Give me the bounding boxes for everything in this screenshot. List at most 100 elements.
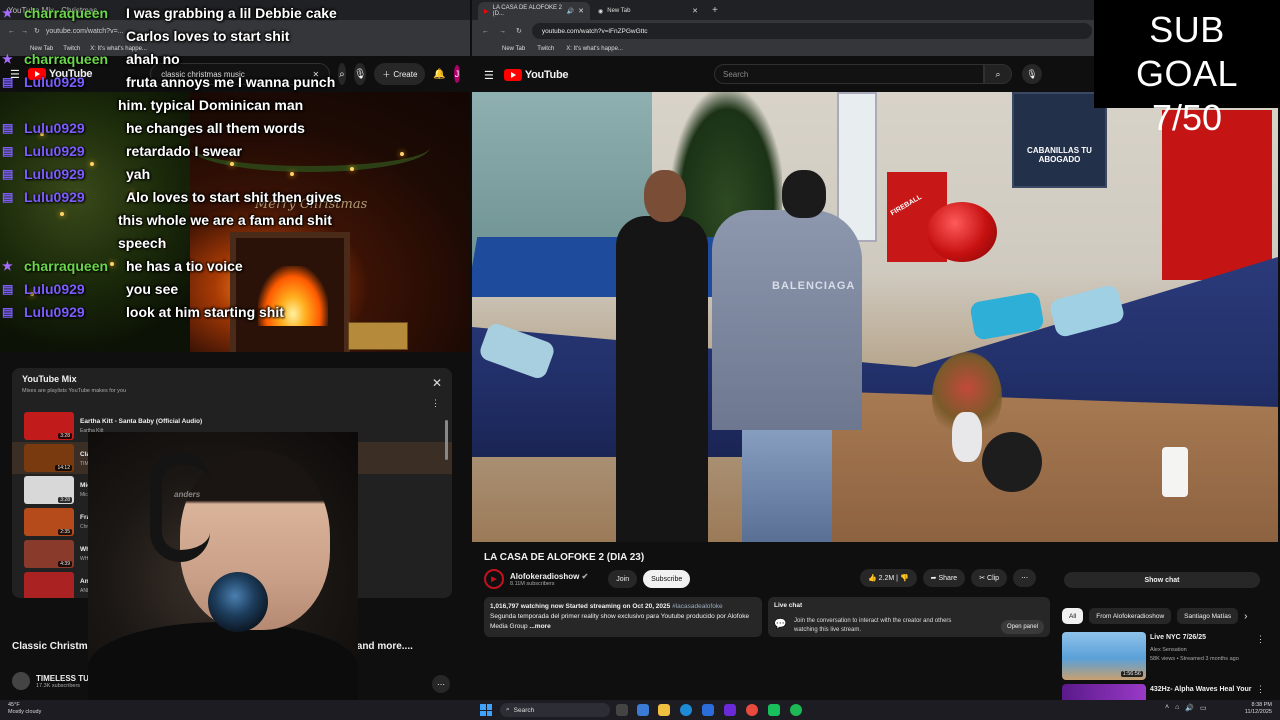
back-icon[interactable]: ←	[482, 28, 489, 35]
more-link[interactable]: ...more	[529, 623, 550, 630]
chevron-up-icon[interactable]: ˄	[1165, 704, 1169, 712]
clock[interactable]: 8:38 PM 11/12/2025	[1245, 702, 1272, 716]
chat-text: I was grabbing a lil Debbie cake	[126, 5, 337, 21]
chat-message: ▤ Lulu0929 look at him starting shit	[0, 301, 470, 324]
chat-username[interactable]: charraqueen	[24, 2, 120, 24]
app-icon[interactable]	[768, 704, 780, 716]
chat-text: fruta annoys me I wanna punch	[126, 74, 336, 90]
recommendation-item[interactable]: 432Hz- Alpha Waves Heal Your	[1062, 684, 1262, 700]
reload-icon[interactable]: ↻	[516, 27, 522, 35]
battery-icon[interactable]: ▭	[1200, 704, 1207, 712]
windows-taskbar: 45°F Mostly cloudy ⌕ Search ˄ ⌂ 🔊 ▭ 8:38 …	[0, 700, 1280, 720]
bookmark-new-tab[interactable]: New Tab	[502, 46, 525, 52]
chip-from-channel[interactable]: From Alofokeradioshow	[1089, 608, 1172, 624]
edge-icon[interactable]	[680, 704, 692, 716]
chat-username[interactable]: Lulu0929	[24, 278, 120, 300]
volume-icon[interactable]: 🔊	[1185, 704, 1194, 712]
star-badge-icon: ★	[2, 52, 13, 66]
channel-avatar[interactable]: ▶	[484, 569, 504, 589]
star-badge-icon: ★	[2, 6, 13, 20]
task-view-icon[interactable]	[616, 704, 628, 716]
url-field[interactable]: youtube.com/watch?v=lFnZPGwGttc	[531, 23, 1092, 39]
video-title: LA CASA DE ALOFOKE 2 (DIA 23)	[484, 552, 645, 563]
channel-subs: 8.11M subscribers	[510, 580, 555, 587]
more-options-icon[interactable]: ⋮	[431, 398, 440, 409]
clip-button[interactable]: ✂ Clip	[971, 569, 1008, 587]
tab-new-tab[interactable]: ◉ New Tab ✕	[592, 2, 704, 20]
chat-username[interactable]: charraqueen	[24, 255, 120, 277]
sub-badge-icon: ▤	[2, 144, 14, 158]
duration-badge: 4:39	[58, 561, 72, 567]
more-actions-icon[interactable]: ⋯	[1013, 569, 1037, 587]
start-icon[interactable]	[480, 704, 492, 716]
like-button[interactable]: 👍 2.2M | 👎	[860, 569, 917, 587]
youtube-tab-icon: ▶	[484, 8, 489, 15]
taskbar-search[interactable]: ⌕ Search	[500, 703, 610, 717]
chat-username[interactable]: Lulu0929	[24, 301, 120, 323]
thumbs-down-icon[interactable]: 👎	[900, 574, 909, 582]
hashtags[interactable]: #lacasadealofoke	[672, 603, 723, 610]
scrollbar[interactable]	[445, 420, 448, 460]
copilot-icon[interactable]	[637, 704, 649, 716]
open-panel-button[interactable]: Open panel	[1000, 620, 1044, 634]
chat-text: look at him starting shit	[126, 304, 284, 320]
spotify-icon[interactable]	[790, 704, 802, 716]
show-chat-button[interactable]: Show chat	[1064, 572, 1260, 588]
tab-alofoke[interactable]: ▶ LA CASA DE ALOFOKE 2 (D... 🔊 ✕	[478, 2, 590, 20]
youtube-logo[interactable]: YouTube	[503, 69, 569, 81]
live-video-player[interactable]: CABANILLAS TU ABOGADO FIREBALL BALENCIAG…	[472, 92, 1278, 542]
menu-icon[interactable]: ☰	[484, 69, 494, 82]
thumbs-up-icon: 👍	[868, 575, 877, 582]
duration-badge: 3:28	[58, 433, 72, 439]
weather-widget[interactable]: 45°F Mostly cloudy	[8, 702, 41, 716]
chat-username[interactable]: Lulu0929	[24, 186, 120, 208]
chat-username[interactable]: Lulu0929	[24, 163, 120, 185]
search-input[interactable]: Search	[714, 64, 984, 84]
network-icon[interactable]: ⌂	[1175, 704, 1179, 712]
chat-username[interactable]: Lulu0929	[24, 140, 120, 162]
join-button[interactable]: Join	[608, 570, 638, 588]
chevron-right-icon[interactable]: ›	[1244, 611, 1247, 622]
recommendation-title: 432Hz- Alpha Waves Heal Your	[1150, 686, 1252, 693]
description-box[interactable]: 1,016,797 watching now Started streaming…	[484, 597, 762, 637]
more-options-icon[interactable]: ⋮	[1256, 634, 1265, 645]
more-options-icon[interactable]: ⋮	[1256, 684, 1265, 695]
live-chat-text: Join the conversation to interact with t…	[794, 618, 952, 633]
close-icon[interactable]: ✕	[432, 376, 442, 390]
chrome-icon[interactable]	[746, 704, 758, 716]
cabanillas-poster: CABANILLAS TU ABOGADO	[1012, 92, 1107, 188]
file-explorer-icon[interactable]	[658, 704, 670, 716]
duration-badge: 2:35	[58, 529, 72, 535]
app-icon[interactable]	[724, 704, 736, 716]
search-icon[interactable]: ⌕	[984, 64, 1012, 84]
subscribe-button[interactable]: Subscribe	[643, 570, 691, 588]
scissors-icon: ✂	[979, 575, 986, 582]
bookmark-x[interactable]: X: It's what's happe...	[566, 46, 623, 52]
close-tab-icon[interactable]: ✕	[692, 7, 698, 15]
more-actions-icon[interactable]: ⋯	[432, 675, 450, 693]
store-icon[interactable]	[702, 704, 714, 716]
chat-message: Carlos loves to start shit	[0, 25, 470, 48]
share-button[interactable]: ➦ Share	[922, 569, 966, 587]
mic-icon[interactable]: 🎙	[1022, 64, 1042, 84]
chat-username[interactable]: Lulu0929	[24, 71, 120, 93]
chip-all[interactable]: All	[1062, 608, 1084, 624]
live-chat-title: Live chat	[774, 602, 803, 609]
new-tab-icon[interactable]: +	[712, 5, 718, 16]
audio-icon[interactable]: 🔊	[567, 8, 574, 15]
sub-badge-icon: ▤	[2, 75, 14, 89]
forward-icon[interactable]: →	[499, 28, 506, 35]
channel-avatar[interactable]	[12, 672, 30, 690]
headphone-brand: anders	[174, 490, 201, 499]
channel-name[interactable]: Alofokeradioshow ✔	[510, 572, 588, 581]
chip-santiago[interactable]: Santiago Matías	[1177, 608, 1239, 624]
bookmark-twitch[interactable]: Twitch	[537, 46, 554, 52]
chat-username[interactable]: Lulu0929	[24, 117, 120, 139]
recommendation-item[interactable]: 1:56:56 Live NYC 7/26/25 Alex Sensation …	[1062, 632, 1262, 680]
chat-username[interactable]: charraqueen	[24, 48, 120, 70]
youtube-play-icon	[503, 69, 522, 81]
mix-thumbnail	[24, 572, 74, 598]
mix-thumbnail: 4:39	[24, 540, 74, 568]
close-tab-icon[interactable]: ✕	[578, 7, 584, 15]
recommendation-title: Live NYC 7/26/25	[1150, 634, 1207, 641]
